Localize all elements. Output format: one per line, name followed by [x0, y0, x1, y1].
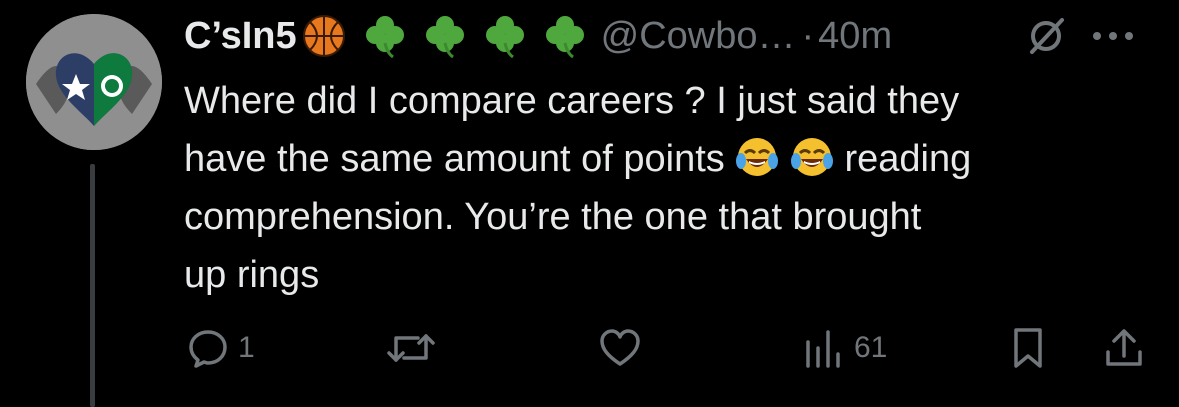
retweet-button[interactable] — [384, 318, 446, 378]
separator-dot: · — [801, 14, 815, 57]
thread-line — [90, 164, 95, 407]
shamrock-emoji — [483, 13, 527, 59]
bookmark-button[interactable] — [1006, 318, 1050, 378]
tweet-text-line-2: have the same amount of points reading — [184, 130, 1144, 188]
reply-count: 1 — [238, 331, 255, 364]
grok-icon[interactable] — [1024, 14, 1068, 58]
share-button[interactable] — [1102, 318, 1146, 378]
laughing-tears-emoji — [790, 135, 834, 196]
bookmark-icon — [1014, 328, 1042, 368]
tweet-text: Where did I compare careers ? I just sai… — [184, 72, 1144, 304]
timestamp[interactable]: 40m — [818, 15, 892, 58]
retweet-icon — [387, 334, 435, 362]
shamrock-emoji — [543, 13, 587, 59]
like-button[interactable] — [598, 318, 650, 378]
shamrock-emoji — [423, 13, 467, 59]
tweet-text-line-1: Where did I compare careers ? I just sai… — [184, 80, 960, 122]
display-name[interactable]: C’sIn5 — [184, 15, 297, 58]
views-icon — [806, 330, 840, 368]
views-button[interactable]: 61 — [802, 318, 887, 378]
tweet-text-line-2-part: have the same amount of points — [184, 138, 725, 180]
user-handle[interactable]: @Cowbo… — [601, 15, 796, 58]
avatar[interactable] — [26, 14, 162, 150]
more-options-icon[interactable] — [1089, 16, 1137, 56]
shamrock-emoji — [363, 13, 407, 59]
share-icon — [1106, 329, 1142, 366]
action-bar: 1 61 — [184, 318, 1164, 378]
tweet-text-line-3: comprehension. You’re the one that broug… — [184, 196, 922, 238]
basketball-emoji — [301, 13, 347, 59]
heart-icon — [600, 329, 640, 366]
laughing-tears-emoji — [735, 135, 779, 196]
tweet-header: C’sIn5 @Cowbo… · 40m — [184, 10, 1164, 62]
reply-icon — [189, 330, 227, 368]
avatar-image — [26, 14, 162, 150]
tweet[interactable]: C’sIn5 @Cowbo… · 40m Where did I compare… — [0, 0, 1179, 407]
tweet-text-line-4: up rings — [184, 254, 320, 296]
reply-button[interactable]: 1 — [186, 318, 255, 378]
tweet-text-line-2-tail: reading — [844, 138, 972, 180]
views-count: 61 — [854, 331, 888, 364]
